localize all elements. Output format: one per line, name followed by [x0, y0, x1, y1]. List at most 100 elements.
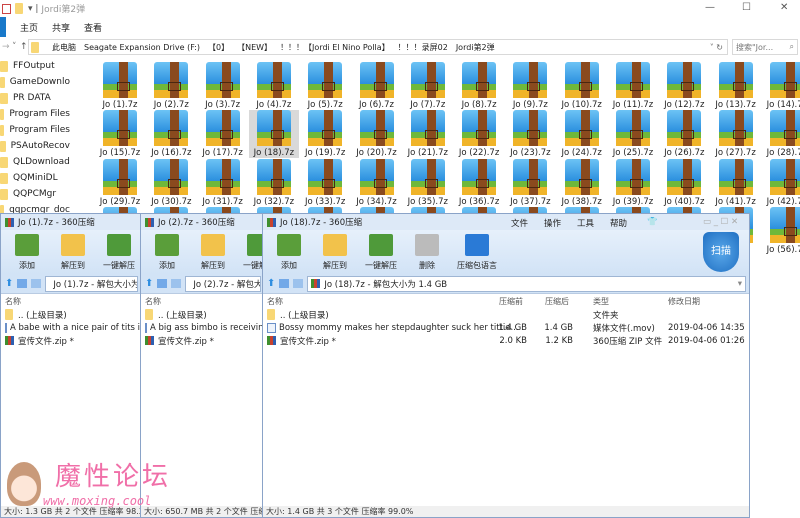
breadcrumb-item[interactable]: ！！！【Jordi El Nino Polla】 — [280, 42, 390, 53]
file-item[interactable]: Jo (35).7z — [403, 159, 453, 207]
file-item[interactable]: Jo (3).7z — [198, 62, 248, 110]
file-item[interactable]: Jo (36).7z — [454, 159, 504, 207]
file-item[interactable]: Jo (18).7z — [248, 110, 299, 158]
column-before[interactable]: 压缩前 — [499, 296, 523, 307]
column-name[interactable]: 名称 — [267, 296, 283, 307]
column-name[interactable]: 名称 — [5, 296, 21, 307]
file-item[interactable]: Jo (40).7z — [659, 159, 709, 207]
file-item[interactable]: Jo (29).7z — [95, 159, 145, 207]
file-item[interactable]: Jo (30).7z — [146, 159, 196, 207]
one-click-button[interactable]: 一键解压 — [237, 234, 264, 271]
file-item[interactable]: Jo (17).7z — [198, 110, 248, 158]
file-item[interactable]: Jo (26).7z — [659, 110, 709, 158]
tab-view[interactable]: 查看 — [84, 21, 102, 34]
up-arrow-icon[interactable]: ⬆ — [5, 278, 13, 289]
file-item[interactable]: Jo (9).7z — [505, 62, 555, 110]
file-item[interactable]: Jo (21).7z — [403, 110, 453, 158]
table-row[interactable]: .. (上级目录) — [141, 308, 264, 321]
sidebar-item[interactable]: QLDownload — [0, 154, 70, 170]
skin-icon[interactable]: 👕 — [647, 217, 658, 227]
file-item[interactable]: Jo (27).7z — [711, 110, 761, 158]
breadcrumb-item[interactable]: 【0】 — [208, 42, 229, 53]
sidebar-item[interactable]: PSAutoRecov — [0, 138, 70, 154]
back-button[interactable]: → — [2, 42, 10, 52]
minimize-button[interactable]: — — [705, 2, 715, 13]
search-input[interactable]: 搜索"Jor... ⌕ — [732, 39, 798, 55]
file-item[interactable]: Jo (25).7z — [608, 110, 658, 158]
column-date[interactable]: 修改日期 — [668, 296, 700, 307]
delete-button[interactable]: 删除 — [405, 234, 449, 271]
breadcrumb[interactable]: 此电脑 Seagate Expansion Drive (F:) 【0】 【NE… — [28, 39, 728, 55]
list-view-icon[interactable] — [293, 279, 304, 288]
table-row[interactable]: .. (上级目录) 文件夹 — [263, 308, 749, 321]
file-item[interactable]: Jo (12).7z — [659, 62, 709, 110]
file-item[interactable]: Jo (56).7z — [762, 207, 800, 255]
file-item[interactable]: Jo (10).7z — [557, 62, 607, 110]
table-row[interactable]: 宣传文件.zip * — [141, 334, 264, 347]
table-row[interactable]: .. (上级目录) — [1, 308, 141, 321]
up-arrow-icon[interactable]: ⬆ — [267, 278, 275, 289]
add-button[interactable]: 添加 — [267, 234, 311, 271]
sidebar-item[interactable]: QQMiniDL — [0, 170, 70, 186]
table-row[interactable]: A big ass bimbo is receiving ... — [141, 321, 264, 334]
refresh-icon[interactable]: ˅ ↻ — [710, 43, 723, 52]
properties-icon[interactable] — [2, 3, 11, 14]
list-view-icon[interactable] — [171, 279, 182, 288]
file-item[interactable]: Jo (14).7z — [762, 62, 800, 110]
menu-item[interactable]: 文件 — [511, 217, 528, 229]
file-item[interactable]: Jo (34).7z — [352, 159, 402, 207]
thumbnail-view-icon[interactable] — [279, 279, 290, 288]
column-name[interactable]: 名称 — [145, 296, 161, 307]
archive-path[interactable]: Jo (18).7z - 解包大小为 1.4 GB ▾ — [307, 275, 746, 292]
file-item[interactable]: Jo (38).7z — [557, 159, 607, 207]
extract-to-button[interactable]: 解压到 — [191, 234, 235, 271]
file-item[interactable]: Jo (7).7z — [403, 62, 453, 110]
one-click-button[interactable]: 一键解压 — [359, 234, 403, 271]
dropdown-icon[interactable]: ▾ — [738, 279, 742, 289]
file-item[interactable]: Jo (23).7z — [505, 110, 555, 158]
dropdown-icon[interactable]: ▾ | — [28, 4, 38, 14]
file-item[interactable]: Jo (1).7z — [95, 62, 145, 110]
sidebar-item[interactable]: GameDownlo — [0, 74, 70, 90]
thumbnail-view-icon[interactable] — [17, 279, 28, 288]
sidebar-item[interactable]: PR DATA — [0, 90, 70, 106]
file-item[interactable]: Jo (20).7z — [352, 110, 402, 158]
sidebar-item[interactable]: Program Files — [0, 106, 70, 122]
tab-home[interactable]: 主页 — [20, 21, 38, 34]
file-item[interactable]: Jo (16).7z — [146, 110, 196, 158]
recent-button[interactable]: ˅ — [12, 42, 17, 52]
file-tab[interactable] — [0, 17, 6, 37]
add-button[interactable]: 添加 — [145, 234, 189, 271]
table-row[interactable]: 宣传文件.zip * 2.0 KB 1.2 KB 360压缩 ZIP 文件 2019-0… — [263, 334, 749, 347]
file-item[interactable]: Jo (5).7z — [300, 62, 350, 110]
file-item[interactable]: Jo (37).7z — [505, 159, 555, 207]
one-click-button[interactable]: 一键解压 — [97, 234, 141, 271]
breadcrumb-item[interactable]: 【NEW】 — [237, 42, 272, 53]
table-row[interactable]: A babe with a nice pair of tits is ... — [1, 321, 141, 334]
extract-to-button[interactable]: 解压到 — [51, 234, 95, 271]
breadcrumb-item[interactable]: ！！！录屏02 — [398, 42, 448, 53]
column-type[interactable]: 类型 — [593, 296, 609, 307]
sidebar-item[interactable]: QQPCMgr — [0, 186, 70, 202]
window-controls[interactable]: ▭ _ ☐ ✕ — [703, 217, 738, 227]
file-item[interactable]: Jo (41).7z — [711, 159, 761, 207]
file-item[interactable]: Jo (39).7z — [608, 159, 658, 207]
file-item[interactable]: Jo (22).7z — [454, 110, 504, 158]
file-item[interactable]: Jo (28).7z — [762, 110, 800, 158]
file-item[interactable]: Jo (32).7z — [249, 159, 299, 207]
table-row[interactable]: Bossy mommy makes her stepdaughter suck … — [263, 321, 749, 334]
file-item[interactable]: Jo (15).7z — [95, 110, 145, 158]
menu-item[interactable]: 帮助 — [610, 217, 627, 229]
scan-button[interactable]: 扫描 — [703, 232, 739, 272]
up-button[interactable]: ↑ — [20, 42, 28, 52]
menu-item[interactable]: 工具 — [577, 217, 594, 229]
file-item[interactable]: Jo (4).7z — [249, 62, 299, 110]
tab-share[interactable]: 共享 — [52, 21, 70, 34]
sidebar-item[interactable]: Program Files — [0, 122, 70, 138]
breadcrumb-item[interactable]: Seagate Expansion Drive (F:) — [84, 43, 200, 52]
close-button[interactable]: ✕ — [780, 2, 788, 13]
table-row[interactable]: 宣传文件.zip * — [1, 334, 141, 347]
file-item[interactable]: Jo (33).7z — [300, 159, 350, 207]
file-item[interactable]: Jo (31).7z — [198, 159, 248, 207]
file-item[interactable]: Jo (24).7z — [557, 110, 607, 158]
